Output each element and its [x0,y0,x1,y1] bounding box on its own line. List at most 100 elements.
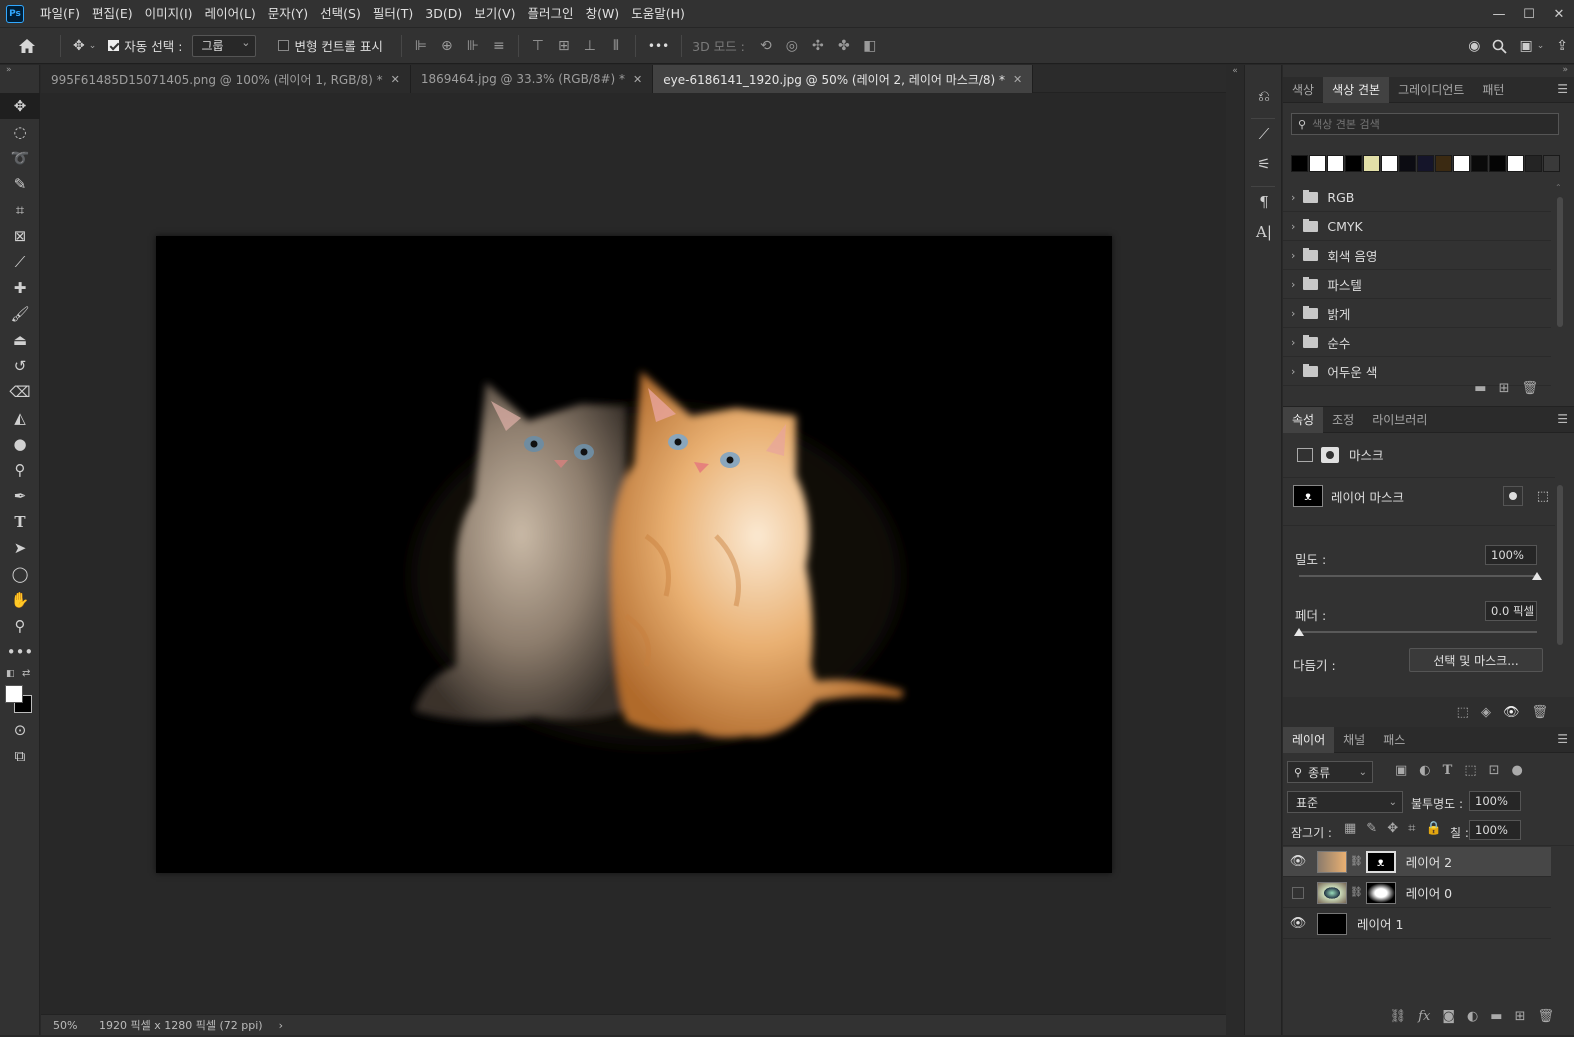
new-layer-icon[interactable]: ⊞ [1515,1009,1526,1024]
filter-pixel-icon[interactable]: ▣ [1395,763,1407,778]
character-icon[interactable]: A| [1245,217,1283,247]
panel-tab[interactable]: 그레이디언트 [1389,77,1473,103]
default-colors-icon[interactable]: ◧ [6,669,15,679]
fill-input[interactable]: 100% [1469,820,1521,840]
status-menu-arrow[interactable]: › [279,1019,283,1032]
menu-item[interactable]: 파일(F) [34,0,86,28]
panel-menu-icon[interactable]: ☰ [1557,412,1568,426]
opacity-input[interactable]: 100% [1469,791,1521,811]
crop-tool-icon[interactable]: ⌗ [0,197,40,223]
properties-scrollbar[interactable] [1555,477,1565,687]
feather-slider-thumb[interactable] [1294,628,1304,636]
align-middle-icon[interactable]: ⊞ [551,28,577,64]
density-slider-track[interactable] [1299,572,1542,580]
swatch-group[interactable]: › 파스텔 [1283,270,1551,299]
align-center-icon[interactable]: ⊕ [434,28,460,64]
zoom-tool-icon[interactable]: ⚲ [0,613,40,639]
color-swatch[interactable] [1363,155,1380,172]
menu-item[interactable]: 3D(D) [419,0,468,28]
eyedropper-tool-icon[interactable]: ⟋ [0,249,40,275]
menu-item[interactable]: 도움말(H) [625,0,691,28]
fx-icon[interactable]: fx [1418,1009,1430,1024]
filter-smart-object-icon[interactable]: ⊡ [1489,763,1500,778]
edit-toolbar-icon[interactable]: ••• [0,639,40,665]
lock-all-icon[interactable]: 🔒 [1425,821,1441,836]
healing-brush-tool-icon[interactable]: ✚ [0,275,40,301]
distribute-vertical-icon[interactable]: ⦀ [603,28,629,64]
color-swatch[interactable] [1471,155,1488,172]
menu-item[interactable]: 이미지(I) [139,0,199,28]
close-tab-icon[interactable]: ✕ [391,73,400,86]
align-left-icon[interactable]: ⊫ [408,28,434,64]
color-swatch[interactable] [1399,155,1416,172]
chevron-right-icon[interactable]: › [1291,191,1295,204]
transform-controls-checkbox[interactable]: 변형 컨트롤 표시 [278,36,383,55]
chevron-right-icon[interactable]: › [1291,307,1295,320]
menu-item[interactable]: 플러그인 [522,0,580,28]
expand-panels-icon[interactable]: » [1283,65,1574,77]
type-tool-icon[interactable]: T [0,509,40,535]
color-swatch[interactable] [1309,155,1326,172]
swatches-scrollbar[interactable]: ⌃ [1555,183,1565,373]
panel-menu-icon[interactable]: ☰ [1557,732,1568,746]
chevron-right-icon[interactable]: › [1291,336,1295,349]
select-and-mask-button[interactable]: 선택 및 마스크... [1409,648,1543,672]
color-swatch[interactable] [1327,155,1344,172]
stamp-tool-icon[interactable]: ⏏ [0,327,40,353]
chevron-right-icon[interactable]: › [1291,278,1295,291]
layer-thumbnail[interactable] [1317,912,1347,935]
adjustment-layer-icon[interactable]: ◐ [1467,1009,1478,1024]
color-swatch[interactable] [1543,155,1560,172]
trash-icon[interactable]: 🗑 [1521,381,1538,396]
feather-slider-track[interactable] [1294,628,1537,636]
minimize-button[interactable]: — [1484,0,1514,28]
layer-name[interactable]: 레이어 2 [1406,852,1452,871]
layer-thumbnail[interactable] [1317,850,1347,873]
document-tab[interactable]: eye-6186141_1920.jpg @ 50% (레이어 2, 레이어 마… [653,65,1034,93]
swatch-group[interactable]: › CMYK [1283,212,1551,241]
paint-bucket-tool-icon[interactable]: ◭ [0,405,40,431]
link-icon[interactable]: ⛓ [1350,887,1363,898]
collapse-dock-icon[interactable]: « [1226,65,1244,77]
delete-mask-icon[interactable]: 🗑 [1531,705,1548,720]
close-window-button[interactable]: ✕ [1544,0,1574,28]
menu-item[interactable]: 편집(E) [86,0,139,28]
color-swatch[interactable] [1381,155,1398,172]
align-top-icon[interactable]: ⊤ [525,28,551,64]
panel-tab[interactable]: 레이어 [1283,726,1335,753]
quick-select-tool-icon[interactable]: ✎ [0,171,40,197]
panel-tab[interactable]: 색상 견본 [1323,76,1390,103]
layer-row[interactable]: 👁 레이어 1 [1283,909,1551,939]
lock-pixels-icon[interactable]: ✎ [1366,821,1377,836]
density-slider-thumb[interactable] [1532,572,1542,580]
layer-mask-thumbnail[interactable]: ᴥ [1365,850,1396,873]
link-layers-icon[interactable]: ⛓ [1390,1009,1407,1024]
adjustments-icon[interactable]: ⚟ [1245,149,1283,179]
filter-toggle-icon[interactable]: ● [1512,763,1523,778]
apply-mask-icon[interactable]: ◈ [1481,705,1491,720]
color-swatch[interactable] [1453,155,1470,172]
feather-input[interactable]: 0.0 픽셀 [1485,601,1537,621]
marquee-tool-icon[interactable]: ◌ [0,119,40,145]
layer-name[interactable]: 레이어 1 [1357,914,1403,933]
visibility-eye-icon[interactable]: 👁 [1283,916,1313,931]
brush-tool-icon[interactable]: 🖌 [0,301,40,327]
frame-tool-icon[interactable]: ⊠ [0,223,40,249]
menu-item[interactable]: 레이어(L) [199,0,262,28]
brush-settings-icon[interactable]: ⟋ [1245,119,1283,149]
panel-tab[interactable]: 채널 [1334,727,1374,753]
new-group-icon[interactable]: ▬ [1474,381,1486,396]
screen-mode-icon[interactable]: ⧉ [0,743,40,769]
menu-item[interactable]: 필터(T) [367,0,419,28]
chevron-right-icon[interactable]: › [1291,249,1295,262]
layer-row[interactable]: ⛓ 레이어 0 [1283,878,1551,908]
color-swatch[interactable] [1291,155,1308,172]
color-swatch[interactable] [1417,155,1434,172]
density-input[interactable]: 100% [1485,545,1537,565]
color-swatch[interactable] [1507,155,1524,172]
move-tool-icon[interactable]: ✥ [0,93,40,119]
panel-tab[interactable]: 색상 [1283,77,1323,103]
lock-transparency-icon[interactable]: ▦ [1344,821,1356,836]
color-swatch[interactable] [1489,155,1506,172]
auto-select-check-icon[interactable] [108,40,120,51]
